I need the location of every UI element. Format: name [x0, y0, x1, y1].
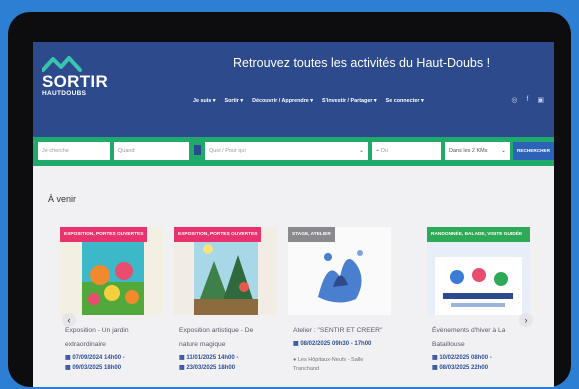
nav-decouvrir[interactable]: Découvrir / Apprendre ▾	[252, 98, 313, 104]
event-title-line1: Exposition artistique - De	[179, 327, 254, 334]
section-title: À venir	[48, 194, 77, 204]
logo-title: SORTIR	[42, 72, 109, 91]
event-card[interactable]: EXPOSITION, PORTES OUVERTES Exposition -…	[60, 227, 163, 387]
site-logo[interactable]: SORTIR HAUTDOUBS	[42, 56, 109, 97]
carousel-next-button[interactable]: ›	[519, 313, 533, 327]
event-date-start: 07/09/2024 14h00 -	[65, 354, 161, 363]
radius-label: Dans les 2 KMs	[449, 148, 488, 154]
instagram-icon[interactable]: ◎	[511, 96, 517, 104]
when-input[interactable]: Quand	[114, 142, 189, 160]
category-tag: RANDONNÉE, BALADE, VISITE GUIDÉE	[427, 227, 530, 242]
location-placeholder: Ou	[380, 148, 388, 154]
chevron-down-icon: ⌄	[358, 148, 364, 154]
event-date-start: 11/01/2025 14h00 -	[179, 354, 275, 363]
chevron-right-icon: ›	[524, 315, 528, 325]
social-links: ◎ f ▣	[511, 96, 544, 104]
category-tag: EXPOSITION, PORTES OUVERTES	[60, 227, 148, 242]
filter-icon[interactable]	[194, 145, 201, 155]
search-bar: Je cherche Quand Quoi / Pour qui ⌄ ⌖ Ou …	[33, 137, 554, 166]
nav-sortir[interactable]: Sortir ▾	[224, 98, 243, 104]
category-tag: STAGE, ATELIER	[288, 227, 335, 242]
event-title[interactable]: Évènements d'hiver à La Bataillouse	[432, 324, 528, 352]
main-nav: Je suis ▾ Sortir ▾ Découvrir / Apprendre…	[193, 98, 424, 104]
chevron-down-icon: ⌄	[500, 148, 506, 154]
mountain-logo-icon	[42, 56, 82, 72]
event-date-end: 09/03/2025 18h00	[65, 364, 161, 373]
browser-screen: SORTIR HAUTDOUBS Retrouvez toutes les ac…	[33, 42, 554, 387]
event-title[interactable]: Exposition - Un jardin extraordinaire	[65, 324, 161, 352]
event-card[interactable]: STAGE, ATELIER Atelier : "SENTIR ET CREE…	[288, 227, 391, 387]
event-card[interactable]: RANDONNÉE, BALADE, VISITE GUIDÉE Évèneme…	[427, 227, 530, 387]
nav-sinvestir[interactable]: S'investir / Partager ▾	[322, 98, 377, 104]
category-tag: EXPOSITION, PORTES OUVERTES	[174, 227, 262, 242]
event-date-start: 10/02/2025 08h00 -	[432, 354, 528, 363]
page-headline: Retrouvez toutes les activités du Haut-D…	[233, 56, 491, 70]
nav-je-suis[interactable]: Je suis ▾	[193, 98, 215, 104]
facebook-icon[interactable]: f	[526, 96, 528, 104]
what-for-whom-select[interactable]: Quoi / Pour qui ⌄	[205, 142, 368, 160]
what-for-whom-label: Quoi / Pour qui	[209, 148, 246, 154]
event-title-line2: extraordinaire	[65, 341, 106, 348]
what-input[interactable]: Je cherche	[38, 142, 110, 160]
event-card[interactable]: EXPOSITION, PORTES OUVERTES Exposition a…	[174, 227, 277, 387]
site-header: SORTIR HAUTDOUBS Retrouvez toutes les ac…	[33, 42, 554, 137]
location-input[interactable]: ⌖ Ou	[372, 142, 441, 160]
event-date-end: 23/03/2025 18h00	[179, 364, 275, 373]
youtube-icon[interactable]: ▣	[537, 96, 544, 104]
carousel-prev-button[interactable]: ‹	[62, 313, 76, 327]
event-title-line1: Exposition - Un jardin	[65, 327, 129, 334]
event-title-line2: nature magique	[179, 341, 226, 348]
event-date-end: 08/03/2025 22h00	[432, 364, 528, 373]
search-button[interactable]: RECHERCHER	[513, 142, 554, 160]
radius-select[interactable]: Dans les 2 KMs ⌄	[445, 142, 510, 160]
nav-se-connecter[interactable]: Se connecter ▾	[386, 98, 424, 104]
logo-subtitle: HAUTDOUBS	[42, 90, 87, 97]
event-location-text: Les Hôpitaux-Neufs - Salle Tranchand	[293, 357, 364, 372]
event-title[interactable]: Atelier : "SENTIR ET CREER"	[293, 324, 389, 338]
event-title-line1: Évènements d'hiver à La	[432, 327, 506, 334]
event-date: 08/02/2025 09h30 - 17h00	[293, 340, 389, 349]
event-location: ● Les Hôpitaux-Neufs - Salle Tranchand	[293, 356, 389, 374]
chevron-left-icon: ‹	[67, 315, 71, 325]
event-title[interactable]: Exposition artistique - De nature magiqu…	[179, 324, 275, 352]
event-title-line2: Bataillouse	[432, 341, 465, 348]
